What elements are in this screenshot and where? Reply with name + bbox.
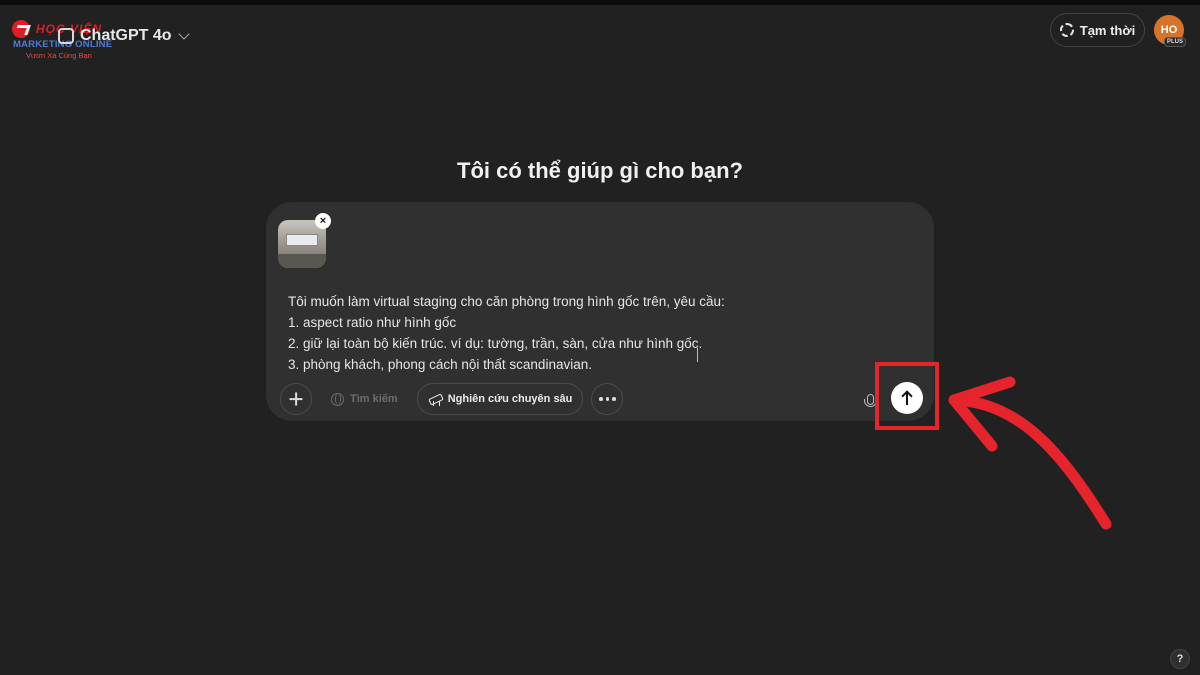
prompt-line: Tôi muốn làm virtual staging cho căn phò… [288, 294, 725, 309]
prompt-line: 1. aspect ratio như hình gốc [288, 315, 457, 330]
thumbnail-floor [278, 254, 326, 268]
microphone-icon [863, 393, 877, 407]
prompt-line: 2. giữ lại toàn bộ kiến trúc. ví dụ: tườ… [288, 336, 703, 351]
globe-icon [331, 392, 344, 406]
avatar-initials: HO [1160, 24, 1178, 36]
thumbnail-window [286, 234, 318, 246]
telescope-icon [428, 394, 442, 406]
prompt-input[interactable]: Tôi muốn làm virtual staging cho căn phò… [288, 291, 888, 375]
new-chat-icon[interactable] [58, 28, 74, 44]
model-name: ChatGPT 4o [80, 27, 172, 44]
logo-mark-icon [12, 20, 30, 38]
composer: × Tôi muốn làm virtual staging cho căn p… [266, 202, 934, 421]
search-label: Tìm kiếm [350, 393, 398, 405]
chat-app: HỌC VIỆN MARKETING ONLINE Vươn Xa Cùng B… [0, 5, 1200, 675]
dot [612, 397, 616, 401]
temporary-chat-button[interactable]: Tạm thời [1050, 13, 1145, 47]
dot [605, 397, 610, 401]
composer-toolbar: Tìm kiếm Nghiên cứu chuyên sâu [280, 382, 624, 416]
help-button[interactable]: ? [1170, 649, 1190, 669]
annotation-highlight-box [875, 362, 939, 430]
temporary-chat-label: Tạm thời [1079, 22, 1136, 38]
plan-badge: PLUS [1163, 37, 1186, 47]
deep-research-button[interactable]: Nghiên cứu chuyên sâu [416, 383, 584, 415]
more-icon[interactable] [591, 383, 624, 415]
chevron-down-icon [177, 28, 190, 40]
model-selector[interactable]: ChatGPT 4o [52, 23, 194, 49]
temporary-chat-icon [1059, 23, 1074, 37]
close-icon[interactable]: × [315, 213, 331, 229]
avatar[interactable]: HO PLUS [1154, 15, 1186, 47]
text-cursor [697, 348, 698, 362]
prompt-line: 3. phòng khách, phong cách nội thất scan… [288, 357, 592, 372]
deep-research-label: Nghiên cứu chuyên sâu [447, 393, 573, 405]
plus-icon[interactable] [280, 383, 312, 415]
dot [599, 397, 603, 401]
logo-tagline: Vươn Xa Cùng Bạn [26, 51, 92, 60]
page-title: Tôi có thể giúp gì cho bạn? [457, 158, 743, 183]
search-button[interactable]: Tìm kiếm [320, 383, 409, 415]
